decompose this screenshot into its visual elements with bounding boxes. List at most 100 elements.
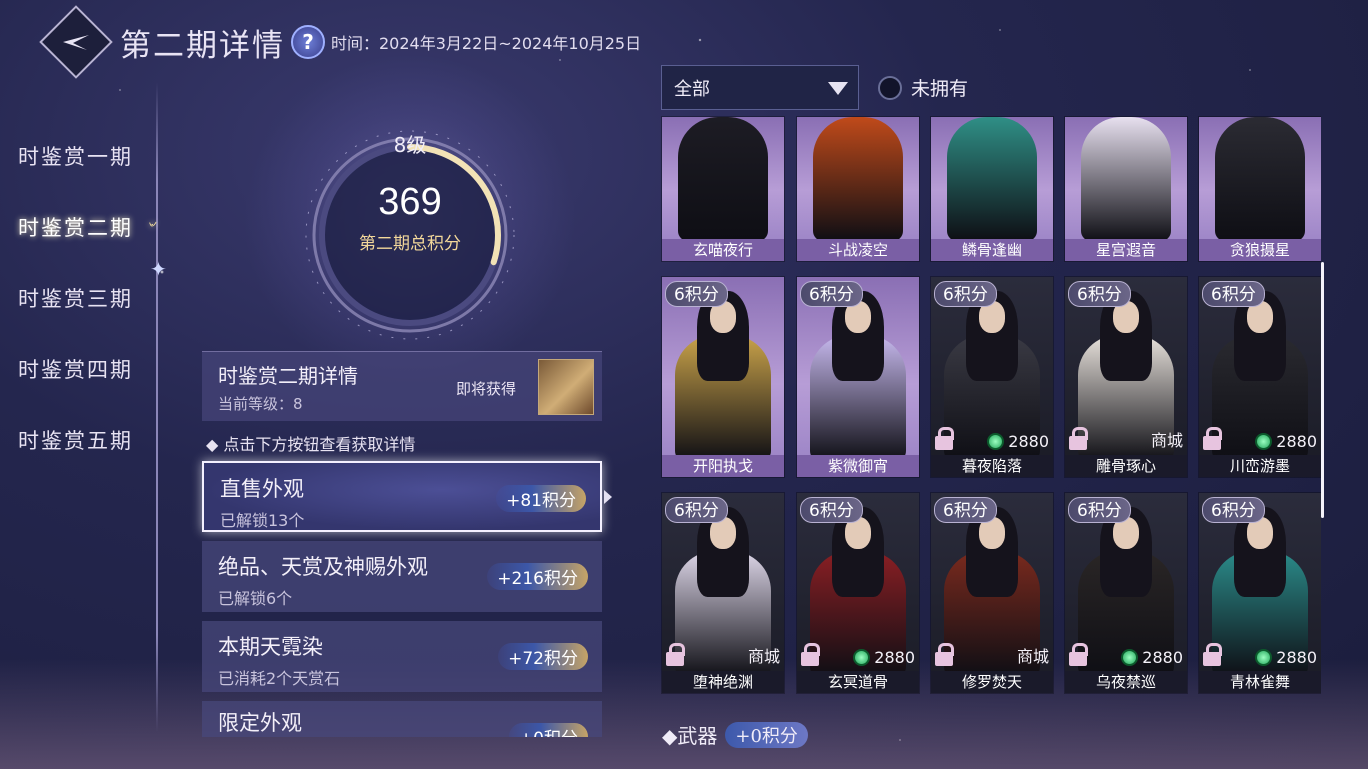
menu-item-season-1[interactable]: 时鉴赏一期 bbox=[0, 120, 170, 191]
outfit-card[interactable]: 6积分 紫微御宵 bbox=[796, 276, 920, 478]
season-menu: 时鉴赏一期 时鉴赏二期 ৺ 时鉴赏三期 时鉴赏四期 时鉴赏五期 bbox=[0, 120, 170, 475]
menu-item-label: 时鉴赏四期 bbox=[18, 357, 133, 382]
menu-item-season-3[interactable]: 时鉴赏三期 bbox=[0, 262, 170, 333]
lock-icon bbox=[1203, 427, 1222, 451]
current-level: 当前等级：8 bbox=[218, 395, 303, 413]
category-premium[interactable]: 绝品、天赏及神赐外观 已解锁6个 +216积分 bbox=[202, 541, 602, 612]
score-label: 第二期总积分 bbox=[359, 234, 461, 254]
character-body bbox=[813, 117, 903, 241]
weapon-label: ◆武器 bbox=[662, 724, 718, 748]
points-badge: 6积分 bbox=[665, 281, 728, 307]
jade-currency-icon bbox=[987, 433, 1005, 450]
outfit-card[interactable]: 6积分 2880 青林雀舞 bbox=[1198, 492, 1321, 694]
points-badge: 6积分 bbox=[800, 281, 863, 307]
outfit-card[interactable]: 6积分 2880 暮夜陷落 bbox=[930, 276, 1054, 478]
unowned-toggle[interactable]: 未拥有 bbox=[878, 74, 968, 101]
outfit-card[interactable]: 6积分 商城 堕神绝渊 bbox=[661, 492, 785, 694]
price-tag: 2880 bbox=[1255, 648, 1317, 667]
character-body bbox=[1215, 117, 1305, 241]
points-badge: 6积分 bbox=[665, 497, 728, 523]
price-text: 2880 bbox=[1276, 432, 1317, 451]
menu-item-season-5[interactable]: 时鉴赏五期 bbox=[0, 404, 170, 475]
outfit-card[interactable]: 星宫遐音 bbox=[1064, 116, 1188, 262]
price-text: 2880 bbox=[1142, 648, 1183, 667]
category-limited[interactable]: 限定外观 +0积分 bbox=[202, 701, 602, 737]
outfit-grid: 玄喵夜行 斗战凌空 鳞骨逢幽 星宫遐音 贪狼摄星 6积分 开阳执戈 6积分 紫微御宵 6积分 288… bbox=[661, 116, 1321, 736]
outfit-card[interactable]: 6积分 商城 雕骨琢心 bbox=[1064, 276, 1188, 478]
outfit-card[interactable]: 6积分 2880 川峦游墨 bbox=[1198, 276, 1321, 478]
category-sub: 已解锁6个 bbox=[218, 589, 293, 608]
category-name: 限定外观 bbox=[218, 711, 302, 735]
detail-panel[interactable]: 时鉴赏二期详情 当前等级：8 即将获得 bbox=[202, 351, 602, 421]
scrollbar[interactable] bbox=[1321, 262, 1324, 518]
outfit-card[interactable]: 6积分开阳执戈 bbox=[661, 276, 785, 478]
price-tag: 2880 bbox=[1121, 648, 1183, 667]
jade-currency-icon bbox=[853, 649, 871, 666]
outfit-name: 星宫遐音 bbox=[1065, 239, 1187, 261]
outfit-artwork bbox=[797, 117, 919, 241]
menu-item-season-4[interactable]: 时鉴赏四期 bbox=[0, 333, 170, 404]
outfit-card[interactable]: 玄喵夜行 bbox=[661, 116, 785, 262]
dropdown-value: 全部 bbox=[674, 78, 710, 100]
points-badge: 6积分 bbox=[934, 497, 997, 523]
jade-currency-icon bbox=[1121, 649, 1139, 666]
chevron-down-icon bbox=[828, 82, 848, 95]
outfit-card[interactable]: 鳞骨逢幽 bbox=[930, 116, 1054, 262]
price-tag: 2880 bbox=[1255, 432, 1317, 451]
menu-item-label: 时鉴赏二期 bbox=[18, 215, 133, 240]
price-text: 2880 bbox=[1276, 648, 1317, 667]
price-text: 商城 bbox=[747, 647, 780, 666]
lock-icon bbox=[1203, 643, 1222, 667]
price-tag: 商城 bbox=[748, 643, 780, 667]
outfit-name: 川峦游墨 bbox=[1199, 455, 1321, 477]
selected-arrow-icon bbox=[604, 490, 612, 504]
reward-thumbnail[interactable] bbox=[538, 359, 594, 415]
filter-dropdown[interactable]: 全部 bbox=[661, 65, 859, 110]
menu-item-season-2[interactable]: 时鉴赏二期 ৺ bbox=[0, 191, 170, 262]
outfit-card[interactable]: 贪狼摄星 bbox=[1198, 116, 1321, 262]
category-dye[interactable]: 本期天霓染 已消耗2个天赏石 +72积分 bbox=[202, 621, 602, 692]
category-name: 绝品、天赏及神赐外观 bbox=[218, 555, 428, 579]
character-body bbox=[678, 117, 768, 241]
category-points: +216积分 bbox=[487, 563, 588, 590]
price-tag: 商城 bbox=[1017, 643, 1049, 667]
hint-text: ◆ 点击下方按钮查看获取详情 bbox=[206, 435, 416, 454]
outfit-name: 玄喵夜行 bbox=[662, 239, 784, 261]
lock-icon bbox=[1069, 643, 1088, 667]
outfit-card[interactable]: 6积分 2880 玄冥道骨 bbox=[796, 492, 920, 694]
outfit-card[interactable]: 6积分 商城 修罗焚天 bbox=[930, 492, 1054, 694]
score-ring: 8级 369 第二期总积分 bbox=[240, 55, 580, 385]
outfit-name: 斗战凌空 bbox=[797, 239, 919, 261]
price-text: 商城 bbox=[1016, 647, 1049, 666]
help-icon[interactable]: ? bbox=[291, 25, 325, 59]
detail-title: 时鉴赏二期详情 bbox=[218, 364, 358, 388]
outfit-card[interactable]: 6积分 2880 乌夜禁巡 bbox=[1064, 492, 1188, 694]
jade-currency-icon bbox=[1255, 649, 1273, 666]
category-points: +0积分 bbox=[508, 723, 588, 737]
weapon-section: ◆武器 +0积分 bbox=[662, 720, 808, 749]
lock-icon bbox=[666, 643, 685, 667]
menu-item-label: 时鉴赏一期 bbox=[18, 144, 133, 169]
outfit-name: 暮夜陷落 bbox=[931, 455, 1053, 477]
back-button[interactable] bbox=[39, 5, 113, 79]
points-badge: 6积分 bbox=[1202, 497, 1265, 523]
outfit-name: 开阳执戈 bbox=[662, 455, 784, 477]
price-text: 2880 bbox=[1008, 432, 1049, 451]
character-body bbox=[947, 117, 1037, 241]
jade-currency-icon bbox=[1255, 433, 1273, 450]
price-tag: 商城 bbox=[1151, 427, 1183, 451]
header: 第二期详情 ? 时间：2024年3月22日~2024年10月25日 bbox=[39, 5, 641, 79]
score-value: 369 bbox=[378, 181, 442, 223]
soon-label: 即将获得 bbox=[456, 380, 517, 398]
outfit-card[interactable]: 斗战凌空 bbox=[796, 116, 920, 262]
radio-icon[interactable] bbox=[878, 75, 902, 100]
price-text: 商城 bbox=[1150, 431, 1183, 450]
outfit-name: 玄冥道骨 bbox=[797, 671, 919, 693]
level-text: 8级 bbox=[393, 133, 427, 157]
points-badge: 6积分 bbox=[1202, 281, 1265, 307]
category-sub: 已解锁13个 bbox=[220, 511, 305, 530]
character-body bbox=[1081, 117, 1171, 241]
back-arrow-icon bbox=[63, 35, 89, 50]
price-tag: 2880 bbox=[853, 648, 915, 667]
category-direct-sale[interactable]: 直售外观 已解锁13个 +81积分 bbox=[202, 461, 602, 532]
